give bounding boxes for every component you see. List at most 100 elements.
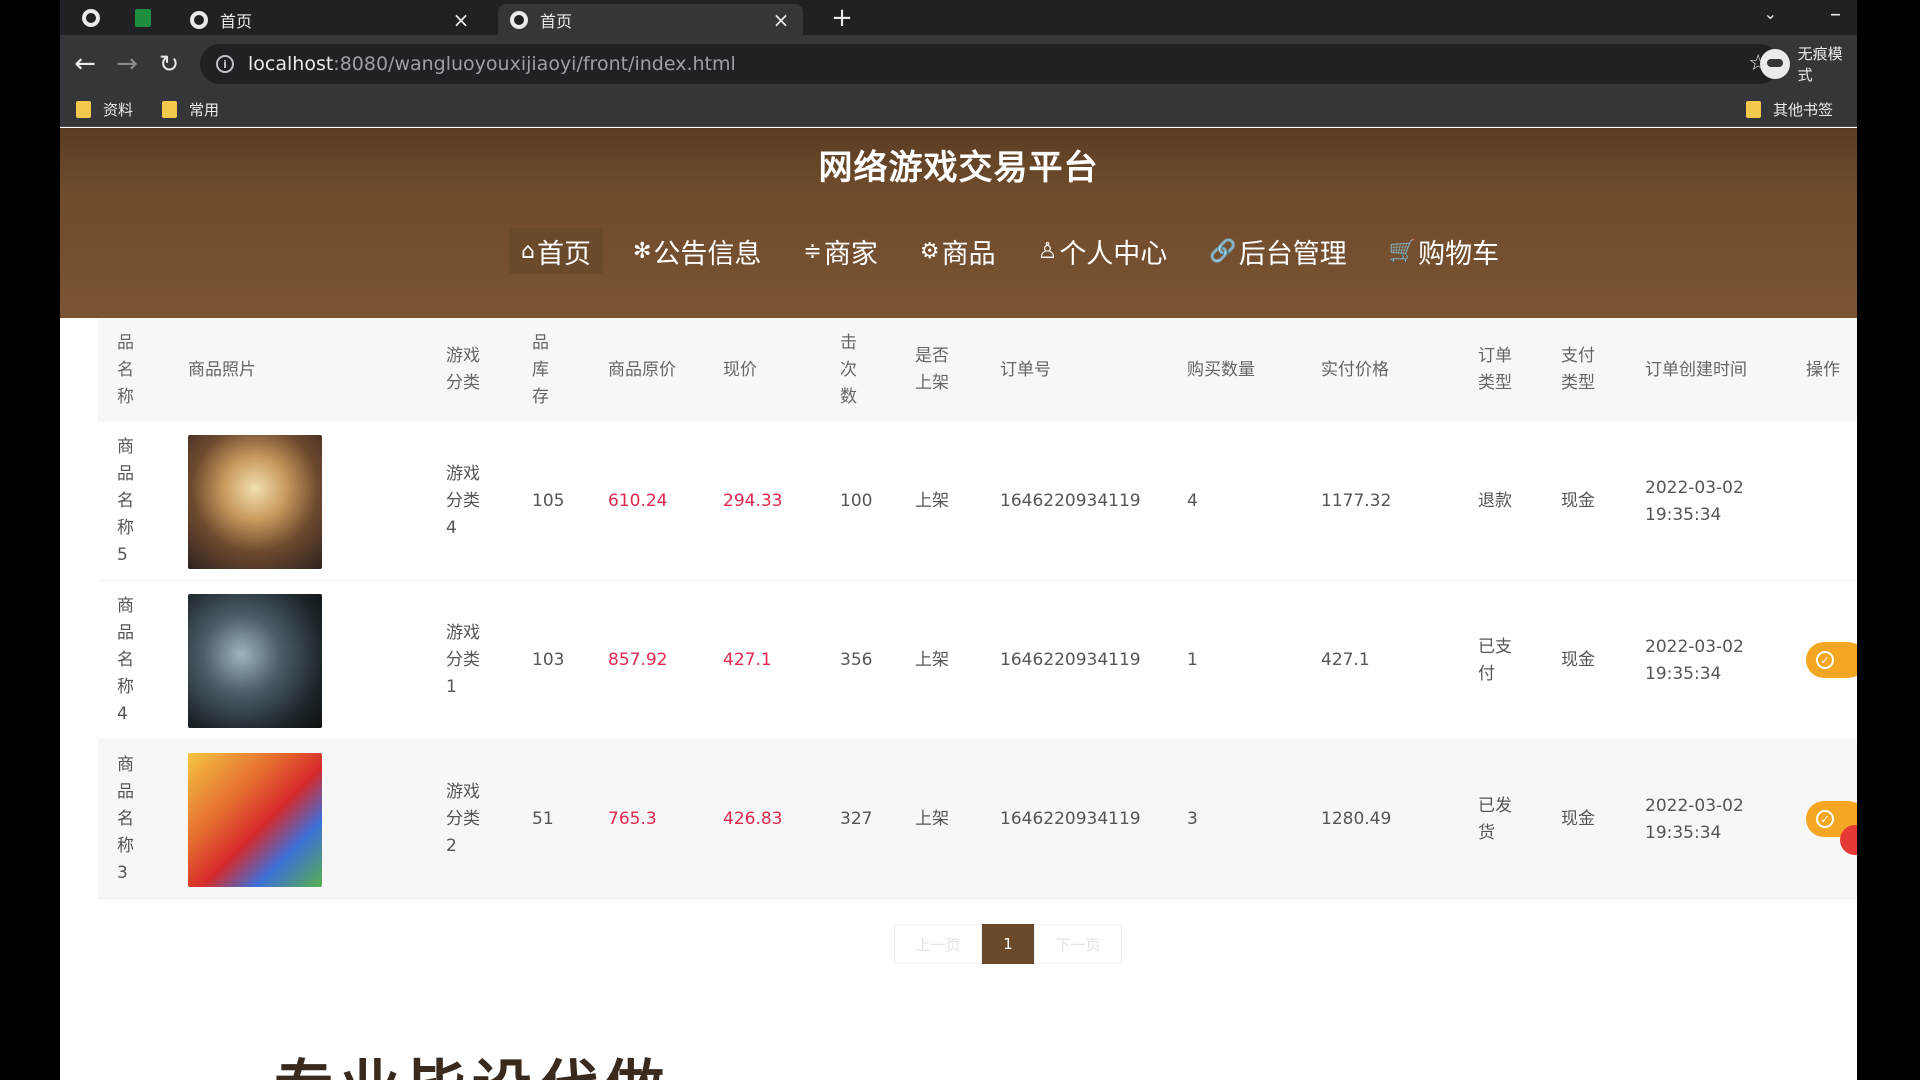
address-bar[interactable]: i localhost :8080/wangluoyouxijiaoyi/fro… — [200, 44, 1780, 84]
browser-window: 首页 × 首页 × + ⌄ – ← → ↻ i localhost :8080/… — [60, 0, 1857, 1080]
site-info-icon[interactable]: i — [216, 55, 234, 73]
cell-order-number: 1646220934119 — [1000, 809, 1141, 829]
table-row: 商品名称3 游戏分类2 51 765.3 426.83 327 上架 16462… — [98, 740, 1857, 899]
header-actions: 操作 — [1806, 359, 1840, 380]
action-icon: ✓ — [1816, 810, 1834, 828]
pinned-tab-globe[interactable] — [78, 6, 104, 30]
bookmark-folder-ziliao[interactable]: 资料 — [76, 99, 133, 120]
announcement-icon: ✻ — [632, 238, 652, 264]
folder-icon — [1746, 101, 1761, 118]
nav-profile[interactable]: ♙ 个人中心 — [1026, 228, 1180, 274]
cell-original-price: 765.3 — [608, 809, 657, 829]
cell-order-number: 1646220934119 — [1000, 491, 1141, 511]
header-product-photo: 商品照片 — [188, 359, 256, 380]
left-black-border — [0, 0, 60, 1080]
tab-1[interactable]: 首页 × — [178, 4, 483, 35]
header-pay-type: 支付类型 — [1561, 346, 1595, 393]
header-product-name: 品名称 — [117, 332, 134, 407]
folder-icon — [76, 101, 91, 118]
header-clicks: 击次数 — [840, 332, 857, 407]
cell-current-price: 427.1 — [723, 650, 772, 670]
cart-icon: 🛒 — [1388, 238, 1417, 264]
cell-clicks: 100 — [840, 491, 873, 511]
site-title: 网络游戏交易平台 — [818, 148, 1099, 188]
cell-order-type: 已支付 — [1478, 636, 1512, 684]
tab-2[interactable]: 首页 × — [498, 4, 803, 35]
right-black-border — [1857, 0, 1920, 1080]
action-icon: ✓ — [1816, 651, 1834, 669]
folder-icon — [162, 101, 177, 118]
bookmarks-bar: 资料 常用 其他书签 — [60, 93, 1857, 127]
nav-label: 公告信息 — [653, 238, 762, 270]
cell-quantity: 4 — [1187, 491, 1198, 511]
nav-merchants[interactable]: ≑ 商家 — [791, 228, 889, 274]
product-photo[interactable] — [188, 593, 322, 728]
tab-strip: 首页 × 首页 × + ⌄ – — [60, 0, 1857, 35]
header-game-category: 游戏分类 — [446, 346, 480, 393]
cell-clicks: 356 — [840, 650, 873, 670]
user-icon: ♙ — [1037, 238, 1058, 264]
merchant-icon: ≑ — [803, 238, 822, 264]
url-host: localhost — [248, 53, 334, 75]
minimize-icon[interactable]: – — [1830, 2, 1841, 27]
new-tab-button[interactable]: + — [828, 3, 856, 33]
reload-icon[interactable]: ↻ — [154, 49, 184, 79]
product-photo[interactable] — [188, 434, 322, 569]
bookmark-folder-changyong[interactable]: 常用 — [162, 99, 219, 120]
link-icon: 🔗 — [1209, 238, 1237, 264]
close-tab-icon[interactable]: × — [451, 8, 471, 32]
nav-admin[interactable]: 🔗 后台管理 — [1197, 228, 1358, 274]
nav-cart[interactable]: 🛒 购物车 — [1377, 228, 1511, 274]
globe-icon — [82, 9, 100, 27]
cell-product-name: 商品名称3 — [117, 755, 134, 883]
cell-original-price: 610.24 — [608, 491, 668, 511]
tab-search-chevron-icon[interactable]: ⌄ — [1764, 4, 1777, 23]
close-tab-icon[interactable]: × — [771, 8, 791, 32]
spreadsheet-icon — [135, 9, 151, 27]
nav-label: 个人中心 — [1059, 238, 1168, 270]
globe-icon — [190, 10, 208, 29]
cell-created-time: 19:35:34 — [1645, 822, 1722, 843]
cell-current-price: 426.83 — [723, 809, 783, 829]
table-header: 品名称 商品照片 游戏分类 品库存 商品原价 现价 击次数 是否上架 订单号 购… — [98, 318, 1857, 422]
nav-label: 商品 — [941, 238, 996, 270]
page-1-button[interactable]: 1 — [982, 924, 1034, 964]
pinned-tab-sheets[interactable] — [130, 6, 156, 30]
cell-pay-type: 现金 — [1561, 809, 1595, 829]
nav-home[interactable]: ⌂ 首页 — [509, 228, 603, 274]
bookmark-folder-other[interactable]: 其他书签 — [1746, 99, 1833, 120]
cell-created-date: 2022-03-02 — [1645, 795, 1744, 816]
header-order-number: 订单号 — [1000, 359, 1051, 380]
nav-announcements[interactable]: ✻ 公告信息 — [621, 228, 773, 274]
pagination: 上一页 1 下一页 — [894, 924, 1122, 964]
cell-created-time: 19:35:34 — [1645, 504, 1722, 525]
product-photo[interactable] — [188, 752, 322, 887]
gear-icon: ⚙ — [919, 238, 940, 264]
header-created-time: 订单创建时间 — [1645, 359, 1747, 380]
site-header: 网络游戏交易平台 ⌂ 首页 ✻ 公告信息 ≑ 商家 ⚙ 商品 ♙ 个人中心 🔗 … — [60, 128, 1857, 318]
incognito-label: 无痕模式 — [1797, 45, 1843, 84]
cell-game-category: 游戏分类4 — [446, 464, 480, 538]
bookmark-label: 常用 — [189, 101, 220, 119]
cell-paid-price: 1177.32 — [1321, 491, 1392, 511]
nav-label: 购物车 — [1418, 238, 1500, 270]
promo-heading: 专业毕设代做 — [274, 1040, 670, 1080]
prev-page-button[interactable]: 上一页 — [894, 924, 982, 964]
incognito-profile[interactable]: 无痕模式 — [1760, 43, 1857, 85]
nav-label: 商家 — [823, 238, 878, 270]
incognito-icon — [1760, 49, 1790, 79]
next-page-button[interactable]: 下一页 — [1034, 924, 1122, 964]
cell-current-price: 294.33 — [723, 491, 783, 511]
tab-title: 首页 — [220, 11, 253, 31]
nav-label: 首页 — [536, 238, 591, 270]
back-icon[interactable]: ← — [70, 49, 100, 79]
cell-listed: 上架 — [915, 491, 949, 511]
nav-label: 后台管理 — [1238, 238, 1347, 270]
confirm-receipt-button[interactable]: ✓ — [1806, 642, 1857, 678]
cell-clicks: 327 — [840, 809, 873, 829]
cell-stock: 103 — [532, 650, 565, 670]
bookmark-label: 资料 — [103, 101, 134, 119]
cell-pay-type: 现金 — [1561, 491, 1595, 511]
forward-icon[interactable]: → — [112, 49, 142, 79]
nav-products[interactable]: ⚙ 商品 — [908, 228, 1008, 274]
